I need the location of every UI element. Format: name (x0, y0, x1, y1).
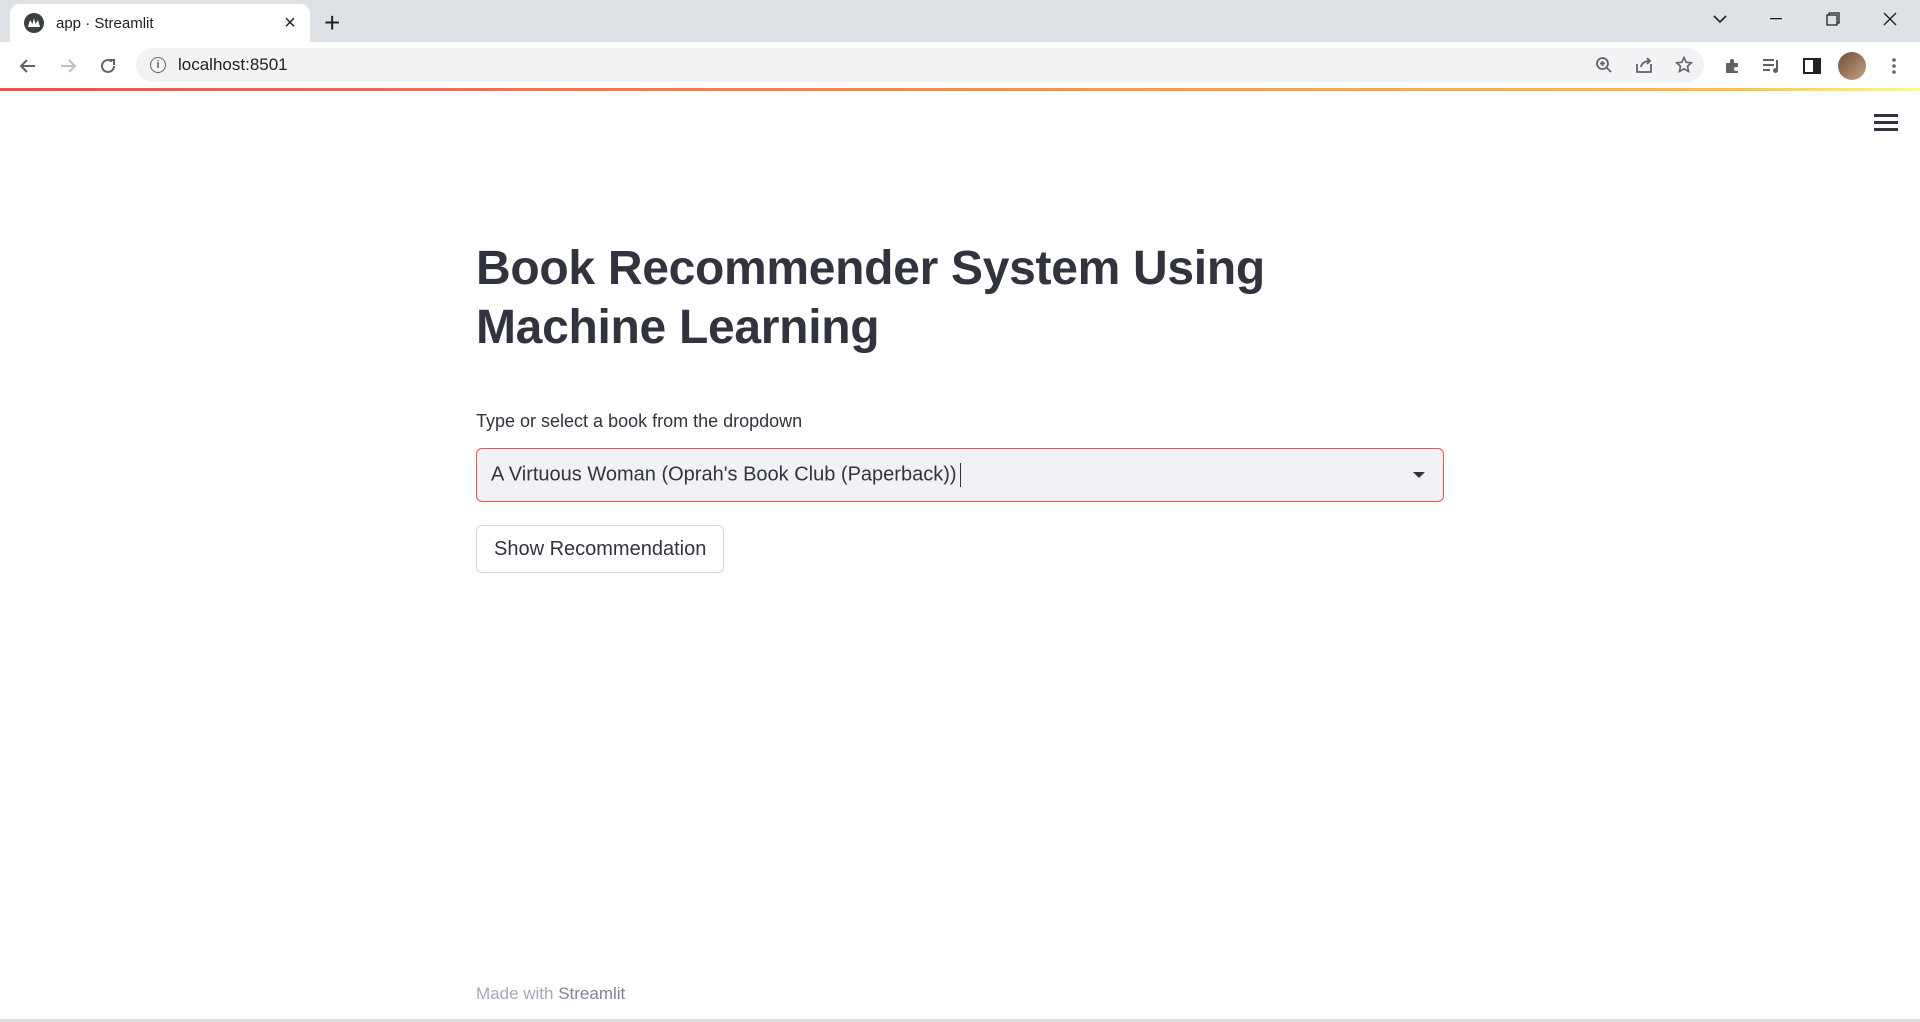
tab-title: app · Streamlit (56, 14, 154, 32)
tab-search-icon[interactable] (1700, 4, 1740, 34)
side-panel-icon[interactable] (1794, 50, 1830, 82)
restore-icon[interactable] (1813, 4, 1853, 34)
chevron-down-icon[interactable] (1413, 472, 1425, 479)
streamlit-header-decoration (0, 88, 1920, 91)
browser-tab[interactable]: app · Streamlit × (10, 4, 310, 42)
share-icon[interactable] (1624, 48, 1664, 82)
footer: Made with Streamlit (476, 984, 625, 1004)
show-recommendation-button[interactable]: Show Recommendation (476, 525, 725, 574)
url-text: localhost:8501 (178, 55, 288, 74)
streamlit-link[interactable]: Streamlit (558, 984, 625, 1003)
site-info-icon[interactable]: i (150, 57, 166, 73)
new-tab-icon[interactable]: + (324, 7, 340, 39)
tab-close-icon[interactable]: × (280, 12, 300, 35)
book-select-value[interactable]: A Virtuous Woman (Oprah's Book Club (Pap… (491, 463, 1413, 488)
page-title: Book Recommender System Using Machine Le… (476, 242, 1265, 354)
book-select[interactable]: A Virtuous Woman (Oprah's Book Club (Pap… (476, 448, 1444, 503)
streamlit-favicon-icon (24, 13, 44, 33)
footer-prefix: Made with (476, 984, 559, 1003)
extensions-icon[interactable] (1714, 50, 1750, 82)
bookmark-star-icon[interactable] (1664, 48, 1704, 82)
address-bar[interactable]: i localhost:8501 (136, 48, 1704, 82)
zoom-icon[interactable] (1584, 48, 1624, 82)
reload-icon[interactable] (92, 50, 124, 82)
browser-menu-icon[interactable] (1876, 50, 1912, 82)
profile-avatar[interactable] (1834, 50, 1870, 82)
book-select-value-text: A Virtuous Woman (Oprah's Book Club (Pap… (491, 463, 957, 486)
media-control-icon[interactable] (1754, 50, 1790, 82)
forward-icon[interactable] (52, 50, 84, 82)
back-icon[interactable] (12, 50, 44, 82)
minimize-icon[interactable] (1756, 4, 1796, 34)
browser-tab-strip: app · Streamlit × + (0, 0, 1920, 42)
close-window-icon[interactable] (1870, 4, 1910, 34)
browser-toolbar: i localhost:8501 (0, 42, 1920, 89)
select-label: Type or select a book from the dropdown (476, 411, 803, 432)
text-cursor (959, 463, 962, 488)
app-menu-icon[interactable] (1874, 114, 1898, 135)
main-block: Book Recommender System Using Machine Le… (476, 240, 1444, 574)
